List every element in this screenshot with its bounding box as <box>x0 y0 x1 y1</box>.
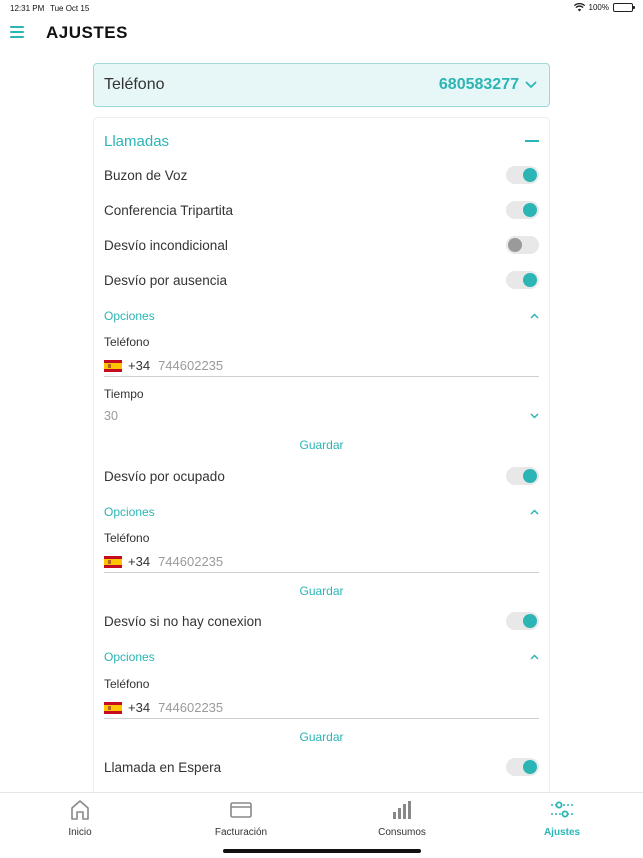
tab-ajustes[interactable]: Ajustes <box>502 799 622 838</box>
spain-flag-icon <box>104 701 122 714</box>
tab-facturacion[interactable]: Facturación <box>181 799 301 838</box>
setting-label: Desvío si no hay conexion <box>104 613 262 629</box>
status-date: Tue Oct 15 <box>50 4 90 13</box>
tab-consumos[interactable]: Consumos <box>342 799 462 838</box>
setting-row-absence-forward: Desvío por ausencia <box>104 268 539 292</box>
absence-forward-toggle[interactable] <box>506 271 539 289</box>
setting-label: Buzon de Voz <box>104 167 188 183</box>
absence-options-header[interactable]: Opciones <box>104 307 539 325</box>
busy-phone-input[interactable] <box>158 554 459 569</box>
busy-save-button[interactable]: Guardar <box>104 584 539 598</box>
options-label: Opciones <box>104 650 155 664</box>
calls-section-header[interactable]: Llamadas <box>104 131 539 151</box>
time-select[interactable]: 30 <box>104 406 539 426</box>
no-connection-phone-input-wrap: +34 <box>104 697 539 719</box>
phone-number-selector[interactable]: Teléfono 680583277 <box>93 63 550 107</box>
options-label: Opciones <box>104 309 155 323</box>
setting-label: Conferencia Tripartita <box>104 202 234 218</box>
collapse-minus-icon[interactable] <box>525 140 539 142</box>
chevron-down-icon <box>525 81 537 89</box>
setting-label: Llamada en Espera <box>104 759 222 775</box>
busy-options-header[interactable]: Opciones <box>104 503 539 521</box>
hamburger-icon[interactable] <box>10 26 24 40</box>
tab-label: Inicio <box>68 827 92 838</box>
card-icon <box>230 802 252 818</box>
absence-phone-input-wrap: +34 <box>104 355 539 377</box>
status-right: 100% <box>573 3 635 12</box>
bar-chart-icon <box>393 801 411 819</box>
spain-flag-icon <box>104 359 122 372</box>
setting-row-call-waiting: Llamada en Espera <box>104 755 539 779</box>
chevron-up-icon <box>530 509 539 515</box>
phone-selector-value: 680583277 <box>438 76 519 93</box>
unconditional-forward-toggle[interactable] <box>506 236 539 254</box>
absence-save-button[interactable]: Guardar <box>104 438 539 452</box>
time-value: 30 <box>104 409 118 423</box>
phone-field-label: Teléfono <box>104 531 150 545</box>
no-connection-options-header[interactable]: Opciones <box>104 648 539 666</box>
home-indicator <box>223 849 421 853</box>
no-connection-save-button[interactable]: Guardar <box>104 730 539 744</box>
conference-toggle[interactable] <box>506 201 539 219</box>
tab-label: Facturación <box>214 827 268 838</box>
country-prefix: +34 <box>128 358 151 373</box>
section-title: Llamadas <box>104 132 170 150</box>
no-connection-forward-toggle[interactable] <box>506 612 539 630</box>
calls-settings-card: Llamadas Buzon de Voz Conferencia Tripar… <box>93 117 550 807</box>
phone-selector-label: Teléfono <box>104 76 165 93</box>
setting-label: Desvío incondicional <box>104 237 228 253</box>
setting-label: Desvío por ocupado <box>104 468 225 484</box>
phone-field-label: Teléfono <box>104 677 150 691</box>
chevron-up-icon <box>530 654 539 660</box>
page-title: AJUSTES <box>46 23 128 42</box>
battery-percent: 100% <box>588 3 609 12</box>
status-time: 12:31 PM <box>10 4 45 13</box>
status-bar: 12:31 PM Tue Oct 15 100% <box>0 0 643 18</box>
setting-row-busy-forward: Desvío por ocupado <box>104 464 539 488</box>
chevron-up-icon <box>530 313 539 319</box>
no-connection-phone-input[interactable] <box>158 700 459 715</box>
sliders-icon <box>551 801 573 818</box>
busy-forward-toggle[interactable] <box>506 467 539 485</box>
absence-phone-input[interactable] <box>158 358 459 373</box>
wifi-icon <box>573 3 585 12</box>
tab-label: Ajustes <box>543 827 581 838</box>
time-field-label: Tiempo <box>104 387 144 401</box>
setting-row-no-connection-forward: Desvío si no hay conexion <box>104 609 539 633</box>
chevron-down-icon <box>530 413 539 419</box>
tab-label: Consumos <box>378 827 426 838</box>
call-waiting-toggle[interactable] <box>506 758 539 776</box>
phone-selector-value-wrap: 680583277 <box>439 76 537 94</box>
setting-row-voicemail: Buzon de Voz <box>104 163 539 187</box>
phone-field-label: Teléfono <box>104 335 150 349</box>
country-prefix: +34 <box>128 554 151 569</box>
busy-phone-input-wrap: +34 <box>104 551 539 573</box>
home-icon <box>71 800 89 820</box>
app-header: AJUSTES <box>0 18 643 50</box>
setting-row-unconditional-forward: Desvío incondicional <box>104 233 539 257</box>
country-prefix: +34 <box>128 700 151 715</box>
voicemail-toggle[interactable] <box>506 166 539 184</box>
setting-row-conference: Conferencia Tripartita <box>104 198 539 222</box>
tab-inicio[interactable]: Inicio <box>20 799 140 838</box>
spain-flag-icon <box>104 555 122 568</box>
options-label: Opciones <box>104 505 155 519</box>
setting-label: Desvío por ausencia <box>104 272 228 288</box>
battery-icon <box>613 3 635 12</box>
